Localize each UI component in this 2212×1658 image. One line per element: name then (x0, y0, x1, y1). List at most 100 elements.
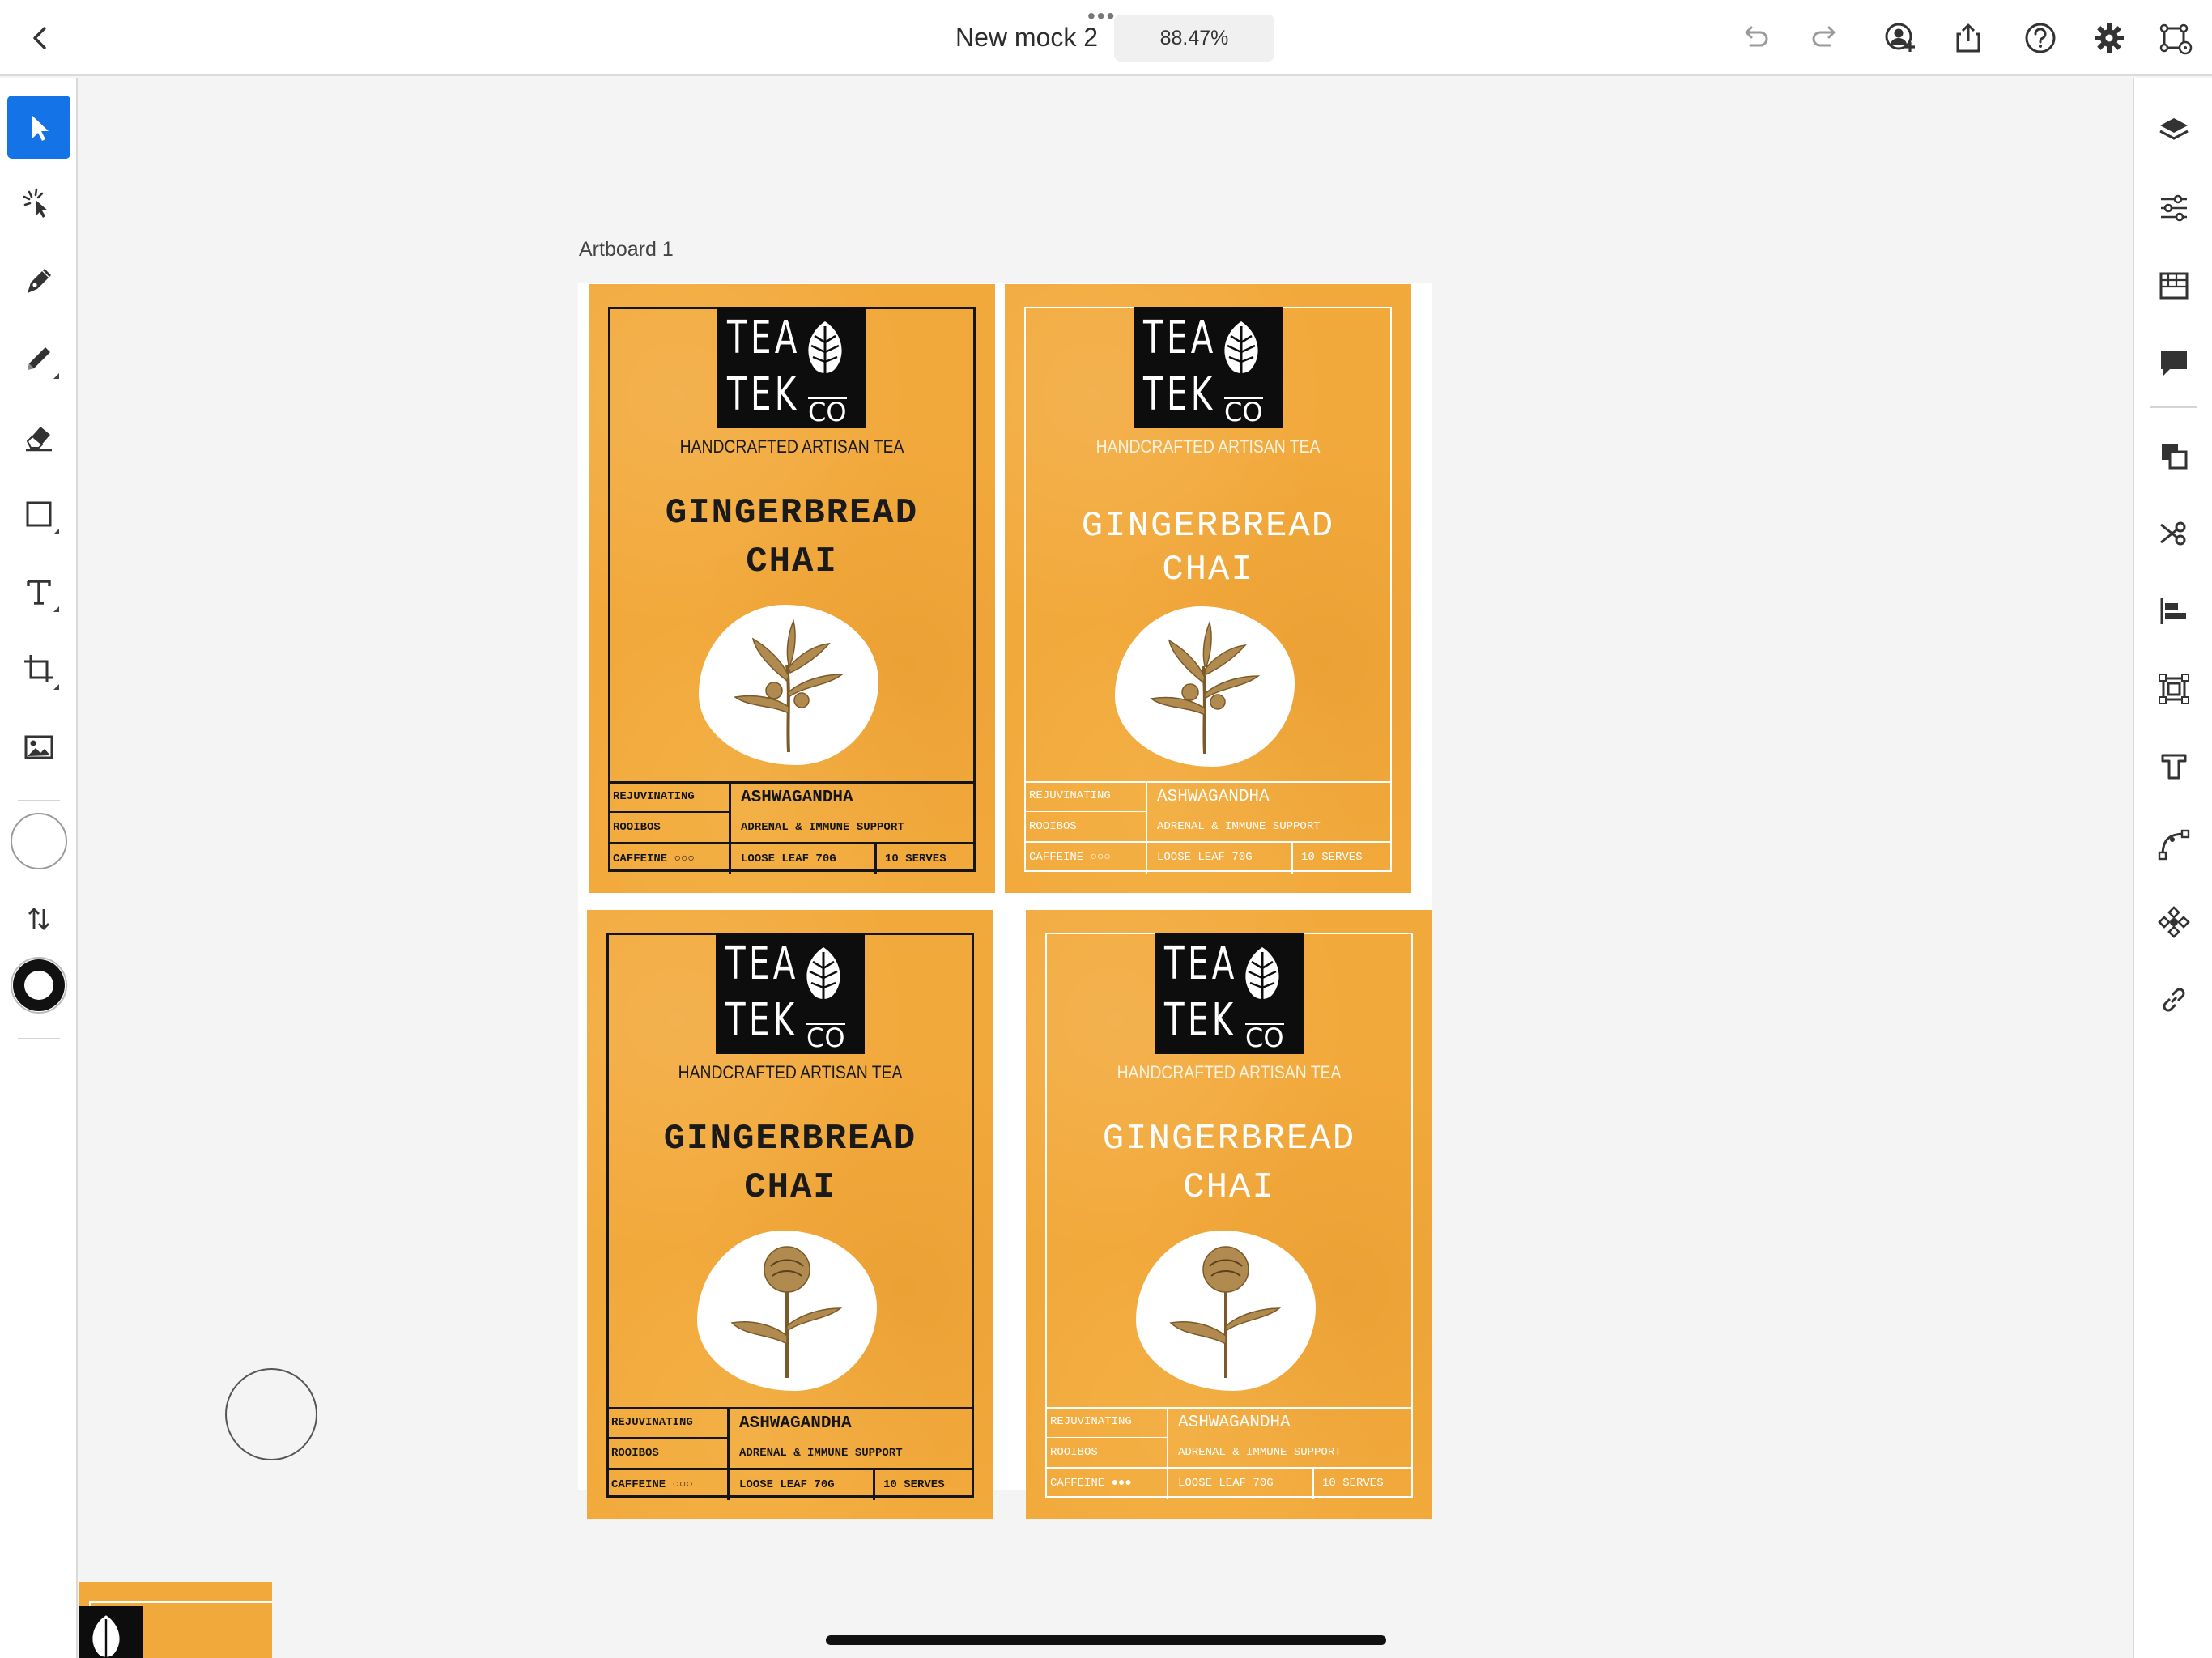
undo-button[interactable] (1733, 16, 1776, 60)
arrange-button[interactable] (2150, 432, 2197, 479)
stroke-color-swatch[interactable] (7, 954, 70, 1017)
path-icon (2158, 829, 2190, 861)
info-table: REJUVINATING ROOIBOS CAFFEINE ○○○ ASHWAG… (1024, 781, 1392, 874)
artboard[interactable]: TEA TEK CO HANDCRAFTED ARTISAN TEA GINGE… (578, 283, 1432, 1519)
libraries-button[interactable] (2150, 262, 2197, 309)
logo-text-co: CO (808, 397, 847, 427)
artboard-settings-icon (2159, 23, 2193, 55)
help-icon (2025, 23, 2056, 53)
scissors-icon (2160, 521, 2186, 546)
text-style-button[interactable] (2150, 743, 2197, 790)
logo-text-tea: TEA (1143, 312, 1217, 364)
gear-icon (2095, 23, 2124, 53)
tea-label-card[interactable]: TEA TEK CO HANDCRAFTED ARTISAN TEA GINGE… (1026, 910, 1432, 1519)
sparkle-arrow-icon (23, 188, 48, 218)
offscreen-label-thumbnail[interactable] (79, 1582, 272, 1658)
eraser-tool[interactable] (7, 405, 70, 468)
table-cell: 10 SERVES (1293, 841, 1392, 874)
table-cell: ADRENAL & IMMUNE SUPPORT (739, 1447, 903, 1460)
arrow-pointer-icon (32, 116, 49, 141)
table-cell: ROOIBOS (1024, 812, 1147, 841)
repeat-grid-tool[interactable] (7, 172, 70, 235)
help-button[interactable] (2018, 16, 2062, 60)
swap-arrows-icon (28, 908, 49, 930)
table-cell: CAFFEINE ○○○ (606, 1468, 730, 1500)
repeat-grid-button[interactable] (2150, 665, 2197, 712)
home-indicator[interactable] (826, 1635, 1386, 1645)
flower-illustration (730, 1246, 843, 1379)
table-cell: ROOIBOS (1045, 1438, 1168, 1467)
layers-button[interactable] (2150, 107, 2197, 154)
logo-text-tek: TEK (725, 994, 798, 1047)
table-cell: CAFFEINE ●●● (1045, 1467, 1168, 1499)
product-name-line1: GINGERBREAD (1081, 506, 1335, 546)
settings-button[interactable] (2087, 16, 2131, 60)
logo-text-tea: TEA (1164, 937, 1238, 990)
logo-text-tek: TEK (1164, 994, 1237, 1047)
libraries-icon (2159, 272, 2189, 300)
rectangle-tool[interactable] (7, 483, 70, 546)
top-bar: ••• New mock 2 88.47% (0, 0, 2212, 76)
document-menu-dots[interactable]: ••• (1087, 5, 1116, 28)
select-tool[interactable] (7, 96, 70, 159)
more-tools-indicator (53, 606, 59, 612)
cut-button[interactable] (2150, 510, 2197, 557)
tea-tek-logo: TEA TEK CO (716, 933, 865, 1054)
product-name-line1: GINGERBREAD (1102, 1119, 1356, 1159)
link-icon (2163, 988, 2185, 1012)
swap-colors-button[interactable] (7, 887, 70, 950)
properties-button[interactable] (2150, 185, 2197, 232)
redo-button[interactable] (1804, 16, 1848, 60)
table-cell: ROOIBOS (606, 1439, 730, 1468)
tagline: HANDCRAFTED ARTISAN TEA (679, 436, 904, 457)
image-icon (24, 735, 53, 759)
touch-cursor (225, 1368, 317, 1460)
pencil-tool[interactable] (7, 327, 70, 390)
tools-panel (0, 78, 78, 1658)
back-button[interactable] (18, 16, 62, 60)
logo-text-co: CO (1245, 1022, 1284, 1053)
arrange-icon (2162, 444, 2188, 470)
illustration-blob (699, 605, 878, 765)
fill-color-swatch[interactable] (7, 810, 70, 873)
path-button[interactable] (2150, 821, 2197, 868)
tea-label-card[interactable]: TEA TEK CO HANDCRAFTED ARTISAN TEA GINGE… (587, 910, 993, 1519)
tea-label-card[interactable]: TEA TEK CO HANDCRAFTED ARTISAN TEA GINGE… (1005, 284, 1411, 893)
text-tool[interactable] (7, 560, 70, 623)
artboard-settings-button[interactable] (2154, 16, 2197, 60)
components-button[interactable] (2150, 899, 2197, 946)
table-cell: 10 SERVES (1314, 1467, 1413, 1499)
invite-button[interactable] (1878, 16, 1922, 60)
logo-text-co: CO (806, 1022, 845, 1053)
undo-icon (1745, 26, 1768, 47)
crop-tool[interactable] (7, 638, 70, 701)
align-button[interactable] (2150, 588, 2197, 635)
tea-label-card[interactable]: TEA TEK CO HANDCRAFTED ARTISAN TEA GINGE… (589, 284, 995, 893)
artboard-label[interactable]: Artboard 1 (579, 238, 674, 261)
product-name-line1: GINGERBREAD (663, 1119, 917, 1159)
leaf-icon (1245, 947, 1279, 1009)
more-tools-indicator (53, 529, 59, 534)
image-tool[interactable] (7, 716, 70, 779)
product-name-line2: CHAI (746, 542, 838, 582)
table-cell: ASHWAGANDHA (1157, 788, 1270, 806)
link-button[interactable] (2150, 976, 2197, 1023)
product-name-line2: CHAI (1183, 1167, 1275, 1208)
zoom-level[interactable]: 88.47% (1114, 15, 1274, 62)
sliders-icon (2161, 194, 2187, 222)
table-cell: CAFFEINE ○○○ (1024, 841, 1147, 874)
table-cell: 10 SERVES (877, 842, 976, 874)
pen-tool[interactable] (7, 249, 70, 312)
stroke-circle-icon (11, 957, 67, 1014)
share-button[interactable] (1946, 16, 1990, 60)
illustration-blob (1115, 606, 1295, 767)
document-title[interactable]: New mock 2 (955, 23, 1098, 53)
logo-text-tek: TEK (727, 368, 800, 421)
comments-button[interactable] (2150, 340, 2197, 387)
info-table: REJUVINATING ROOIBOS CAFFEINE ●●● ASHWAG… (1045, 1407, 1413, 1499)
invite-user-icon (1885, 23, 1915, 52)
table-cell: REJUVINATING (606, 1409, 730, 1439)
table-cell: ASHWAGANDHA (741, 789, 853, 807)
thumbnail-logo (79, 1606, 143, 1658)
right-panel (2133, 78, 2212, 1658)
